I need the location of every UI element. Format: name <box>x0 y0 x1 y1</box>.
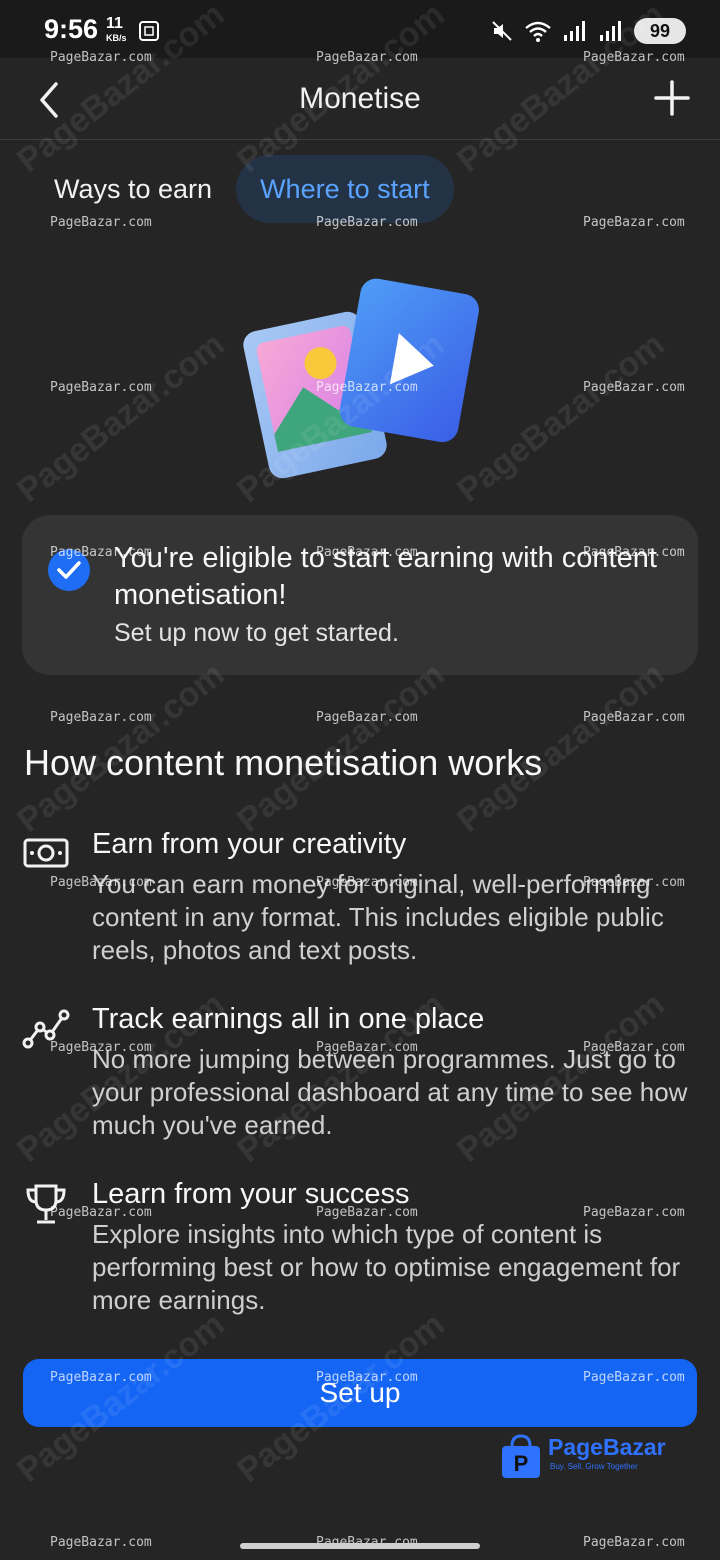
mute-icon <box>492 21 512 41</box>
brand-name: PageBazar <box>548 1434 666 1460</box>
feature-description: Explore insights into which type of cont… <box>92 1219 681 1315</box>
media-illustration <box>243 278 479 479</box>
check-circle-icon <box>48 549 90 591</box>
watermark-label: PageBazar.com <box>50 1535 152 1550</box>
watermark-label: PageBazar.com <box>316 710 418 725</box>
status-time: 9:56 <box>44 14 99 44</box>
svg-text:P: P <box>514 1451 529 1476</box>
feature-description: You can earn money for original, well-pe… <box>92 869 664 965</box>
feature-title: Track earnings all in one place <box>92 1003 485 1035</box>
watermark-label: PageBazar.com <box>583 1535 685 1550</box>
watermark-label: PageBazar.com <box>583 710 685 725</box>
tab-bar: Ways to earn Where to start <box>30 155 454 223</box>
watermark-label: PageBazar.com <box>583 380 685 395</box>
screen-capture-icon <box>139 21 159 41</box>
wifi-icon <box>525 21 551 42</box>
tab-ways-to-earn[interactable]: Ways to earn <box>30 155 236 223</box>
eligibility-subtitle: Set up now to get started. <box>114 619 399 647</box>
eligibility-title: You're eligible to start earning with co… <box>114 542 657 611</box>
network-speed: 11 KB/s <box>106 15 127 45</box>
money-icon <box>23 838 69 868</box>
section-title: How content monetisation works <box>24 742 543 783</box>
status-bar: 9:56 11 KB/s 99 <box>0 0 720 58</box>
watermark-label: PageBazar.com <box>50 380 152 395</box>
signal-icon <box>564 21 585 41</box>
network-speed-value: 11 <box>106 15 123 32</box>
feature-title: Learn from your success <box>92 1178 410 1210</box>
watermark-label: PageBazar.com <box>583 215 685 230</box>
page-title: Monetise <box>299 82 421 115</box>
pagebazar-logo: P PageBazar Buy. Sell. Grow Together <box>498 1432 678 1480</box>
set-up-button[interactable]: Set up <box>23 1359 697 1427</box>
status-icons: 99 <box>490 18 686 44</box>
trophy-icon <box>26 1184 66 1224</box>
signal-icon-2 <box>600 21 621 41</box>
app-header: Monetise <box>0 58 720 140</box>
eligibility-card: You're eligible to start earning with co… <box>22 515 698 675</box>
feature-title: Earn from your creativity <box>92 828 407 860</box>
tab-where-to-start[interactable]: Where to start <box>236 155 454 223</box>
add-icon[interactable] <box>652 78 692 118</box>
watermark-label: PageBazar.com <box>50 710 152 725</box>
brand-tagline: Buy. Sell. Grow Together <box>550 1462 638 1471</box>
battery-level: 99 <box>649 20 671 41</box>
watermark-text: PageBazar.com <box>10 325 232 510</box>
shopping-bag-icon: P <box>502 1434 540 1478</box>
battery-indicator: 99 <box>634 18 686 44</box>
feature-description: No more jumping between programmes. Just… <box>92 1044 688 1140</box>
trend-chart-icon <box>22 1009 70 1049</box>
network-speed-unit: KB/s <box>106 33 127 43</box>
home-indicator[interactable] <box>240 1543 480 1549</box>
